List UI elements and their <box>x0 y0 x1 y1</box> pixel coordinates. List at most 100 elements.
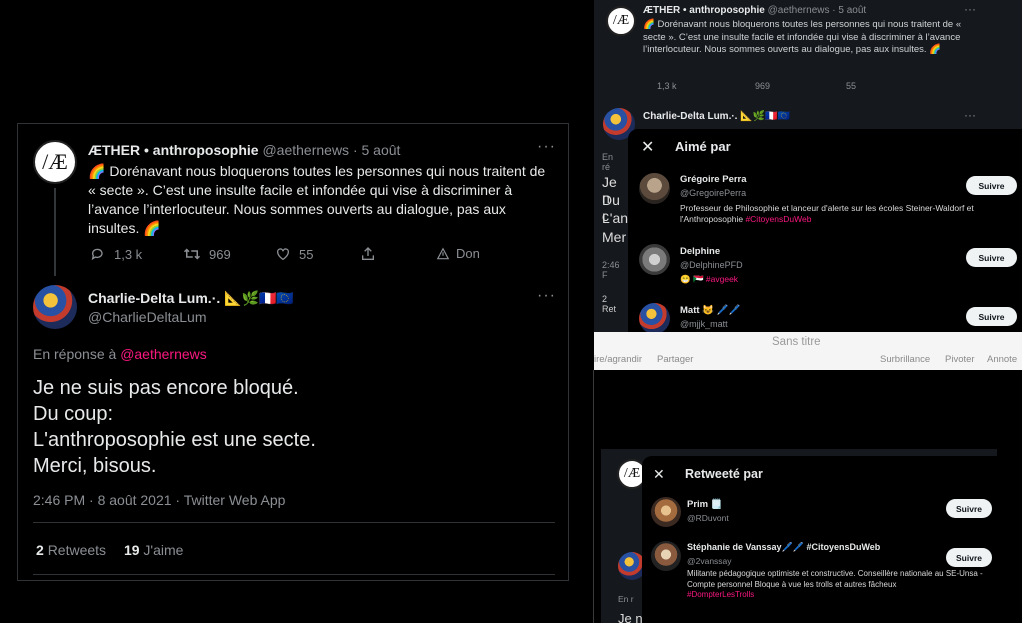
user-name[interactable]: Delphine <box>680 246 720 257</box>
user-avatar[interactable] <box>639 303 670 332</box>
rt-more-icon: ··· <box>964 2 976 16</box>
follow-button[interactable]: Suivre <box>946 499 992 518</box>
retweeted-user-row[interactable]: Stéphanie de Vanssay🖊️🖊️ #CitoyensDuWeb … <box>642 539 997 623</box>
user-bio: Militante pédagogique optimiste et const… <box>687 569 987 601</box>
retweeted-user-row[interactable]: Prim 🗒️ @RDuvont Suivre <box>642 494 997 536</box>
charlie-avatar[interactable] <box>33 285 77 329</box>
toolbar-item[interactable]: ire/agrandir <box>594 354 642 365</box>
retweet-action[interactable]: 969 <box>183 246 231 262</box>
user-avatar[interactable] <box>651 497 681 527</box>
close-icon[interactable]: ✕ <box>641 137 654 157</box>
preview-toolbar: Sans titre ire/agrandir Partager Surbril… <box>594 332 1022 370</box>
retweeted-by-modal: ✕ Retweeté par Prim 🗒️ @RDuvont Suivre S… <box>642 456 997 623</box>
reply-line: L'anthroposophie est une secte. <box>33 429 316 451</box>
liked-user-row[interactable]: Delphine @DelphinePFD 😁 🇸🇩 #avgeek Suivr… <box>628 241 1022 293</box>
rt-body: 🌈 Dorénavant nous bloquerons toutes les … <box>643 19 962 55</box>
retweets-label: Retweets <box>47 542 107 558</box>
retweets-stat[interactable]: 2 Retweets <box>36 542 110 558</box>
aether-avatar[interactable]: /Æ <box>33 140 77 184</box>
user-handle: @RDuvont <box>687 513 729 523</box>
user-bio: Professeur de Philosophie et lanceur d'a… <box>680 203 1020 225</box>
author-handle[interactable]: @aethernews <box>262 142 349 158</box>
user-bio-tag[interactable]: #CitoyensDuWeb <box>745 214 811 224</box>
user-bio-tag[interactable]: #DompterLesTrolls <box>687 590 987 601</box>
rt-aether-logo: /Æ <box>612 13 630 28</box>
user-handle: @2vanssay <box>687 556 732 566</box>
rt-side-line: 2 Ret <box>602 294 617 314</box>
engagement-stats: 2 Retweets 19 J'aime <box>36 542 183 558</box>
rt-header: ÆTHER • anthroposophie @aethernews · 5 a… <box>643 5 866 16</box>
reply-action[interactable]: 1,3 k <box>90 246 142 262</box>
user-handle: @GregoirePerra <box>680 188 747 198</box>
share-action[interactable] <box>360 246 376 262</box>
modal-title: Retweeté par <box>685 467 763 481</box>
follow-button[interactable]: Suivre <box>966 176 1017 195</box>
reply-author-name[interactable]: Charlie-Delta Lum.·. 📐🌿🇫🇷🇪🇺 <box>88 290 294 307</box>
toolbar-item[interactable]: Annote <box>987 354 1017 365</box>
reply-more-options-icon[interactable]: ··· <box>537 287 556 305</box>
reply-count: 1,3 k <box>114 246 143 262</box>
reply-line: Du coup: <box>33 403 114 425</box>
user-bio-text: Professeur de Philosophie et lanceur d'a… <box>680 203 974 224</box>
user-name[interactable]: Prim 🗒️ <box>687 499 723 510</box>
aether-logo: /Æ <box>42 149 68 174</box>
liked-user-row[interactable]: Matt 😺 🖊️🖊️ @mjjk_matt Suivre <box>628 300 1022 332</box>
modal-title: Aimé par <box>675 139 731 154</box>
donate-icon <box>436 247 450 259</box>
rt-side-line: 2:46 F <box>602 260 620 280</box>
liked-by-modal: ✕ Aimé par Grégoire Perra @GregoirePerra… <box>628 129 1022 332</box>
rt-handle-time: @aethernews · 5 août <box>767 5 867 16</box>
divider <box>33 574 555 575</box>
reply-meta[interactable]: 2:46 PM · 8 août 2021 · Twitter Web App <box>33 492 285 508</box>
likes-stat[interactable]: 19 J'aime <box>124 542 184 558</box>
right-bottom-screenshot: /Æ En r Je n ✕ Retweeté par Prim 🗒️ @RDu… <box>601 449 997 623</box>
user-name[interactable]: Stéphanie de Vanssay🖊️🖊️ #CitoyensDuWeb <box>687 542 880 553</box>
user-avatar[interactable] <box>639 244 670 275</box>
rt-replies: 1,3 k <box>657 81 677 91</box>
author-name[interactable]: ÆTHER • anthroposophie <box>88 142 259 158</box>
heart-icon <box>277 248 289 261</box>
toolbar-item[interactable]: Surbrillance <box>880 354 930 365</box>
user-avatar[interactable] <box>651 541 681 571</box>
user-name[interactable]: Grégoire Perra <box>680 174 747 185</box>
rt-reply-more-icon: ··· <box>964 108 976 122</box>
follow-button[interactable]: Suivre <box>966 248 1017 267</box>
preview-title: Sans titre <box>772 336 821 348</box>
replying-to-prefix: En réponse à <box>33 346 117 362</box>
user-avatar[interactable] <box>639 173 670 204</box>
user-bio: 😁 🇸🇩 #avgeek <box>680 274 738 285</box>
liked-user-row[interactable]: Grégoire Perra @GregoirePerra Professeur… <box>628 169 1022 233</box>
rt-reply-author: Charlie-Delta Lum.·. 📐🌿🇫🇷🇪🇺 <box>643 111 791 122</box>
reply-line: Merci, bisous. <box>33 455 157 477</box>
panel-divider <box>593 370 594 623</box>
rb-side-line: Je n <box>618 611 643 623</box>
follow-button[interactable]: Suivre <box>946 548 992 567</box>
rt-side-line: En ré <box>602 152 614 172</box>
more-options-icon[interactable]: ··· <box>537 138 556 156</box>
toolbar-item[interactable]: Pivoter <box>945 354 975 365</box>
like-action[interactable]: 55 <box>275 246 313 262</box>
rt-side-line: L'an <box>602 210 629 226</box>
donate-label: Don <box>456 246 480 261</box>
thread-line <box>54 188 56 276</box>
tweet-time[interactable]: · 5 août <box>353 142 400 158</box>
user-name[interactable]: Matt 😺 🖊️🖊️ <box>680 305 740 316</box>
follow-button[interactable]: Suivre <box>966 307 1017 326</box>
user-bio-tag[interactable]: #avgeek <box>706 274 738 284</box>
user-bio-text: 😁 🇸🇩 <box>680 274 704 284</box>
retweets-count: 2 <box>36 542 44 558</box>
share-icon <box>362 247 374 260</box>
toolbar-item[interactable]: Partager <box>657 354 693 365</box>
rb-side-line: En r <box>618 594 634 604</box>
reply-author-handle[interactable]: @CharlieDeltaLum <box>88 309 206 325</box>
main-tweet-body: 🌈 Dorénavant nous bloquerons toutes les … <box>88 163 546 236</box>
rt-side-line: Mer <box>602 229 627 245</box>
donate-action[interactable]: Don <box>436 246 480 261</box>
replying-to: En réponse à @aethernews <box>33 346 207 362</box>
close-icon[interactable]: ✕ <box>653 466 665 483</box>
user-handle: @DelphinePFD <box>680 260 743 270</box>
like-count: 55 <box>299 246 314 262</box>
divider <box>33 522 555 523</box>
replying-to-handle[interactable]: @aethernews <box>120 346 207 362</box>
rt-retweets: 969 <box>755 81 771 91</box>
